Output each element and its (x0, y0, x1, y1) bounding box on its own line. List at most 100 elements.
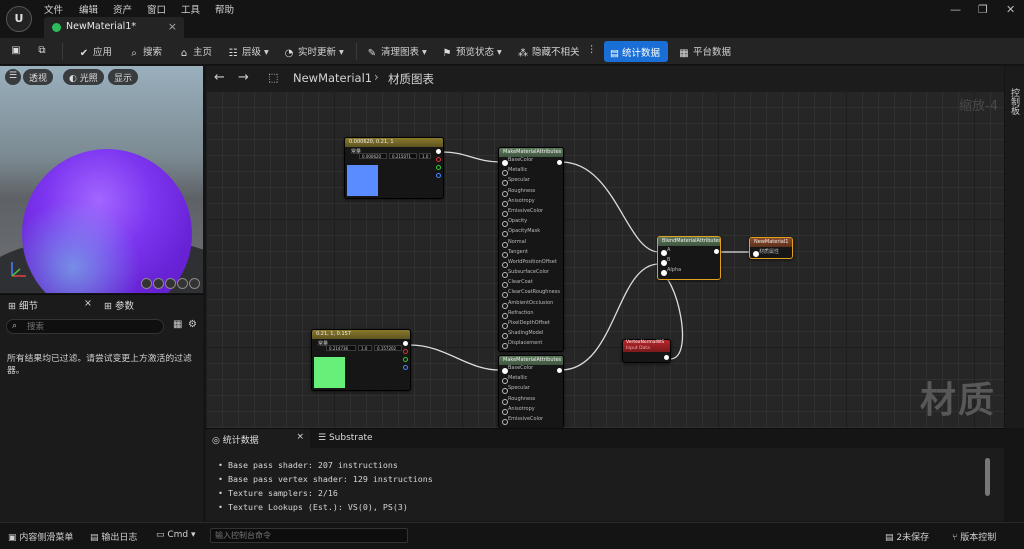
hide-unrelated-button[interactable]: ⁂ 隐藏不相关 (517, 44, 580, 59)
maximize-icon[interactable]: ❐ (978, 3, 988, 16)
input-pin-b[interactable]: B (658, 257, 720, 267)
console-command-input[interactable] (210, 528, 408, 543)
r-field[interactable]: 0.214736 (326, 345, 356, 351)
menu-tools[interactable]: 工具 (181, 2, 200, 16)
constant3vector-node-green[interactable]: 0.21, 1, 0.157 常量 0.214736 1.0 0.157202 (311, 329, 411, 391)
input-pin[interactable]: Refraction (499, 310, 563, 320)
make-material-attributes-node-top[interactable]: MakeMaterialAttributes BaseColor Metallic… (498, 147, 564, 352)
input-pin-a[interactable]: A (658, 247, 720, 257)
close-tab-icon[interactable]: × (168, 20, 177, 33)
b-field[interactable]: 0.157202 (374, 345, 402, 351)
input-pin[interactable]: Anisotropy (499, 406, 563, 416)
color-swatch[interactable] (347, 165, 378, 196)
input-pin[interactable]: PixelDepthOffset (499, 320, 563, 330)
menu-edit[interactable]: 编辑 (79, 2, 98, 16)
input-pin[interactable]: EmissiveColor (499, 416, 563, 426)
r-field[interactable]: 0.000620 (359, 153, 387, 159)
output-pin[interactable] (403, 341, 408, 346)
browse-icon[interactable]: ⧉ (36, 44, 51, 56)
input-pin[interactable]: OpacityMask (499, 228, 563, 238)
input-pin[interactable]: Tangent (499, 249, 563, 259)
output-pin[interactable] (436, 149, 441, 154)
g-field[interactable]: 1.0 (358, 345, 372, 351)
input-pin[interactable]: Displacement (499, 340, 563, 350)
input-pin[interactable]: SubsurfaceColor (499, 269, 563, 279)
input-pin[interactable]: WorldPositionOffset (499, 259, 563, 269)
stats-button[interactable]: ▤ 统计数据 (604, 41, 668, 62)
lit-button[interactable]: ◐ 光照 (63, 69, 104, 85)
input-pin[interactable]: EmissiveColor (499, 208, 563, 218)
preview-shape-cube-icon[interactable] (177, 278, 188, 289)
output-pin[interactable] (557, 160, 562, 165)
source-control-button[interactable]: ⑂ 版本控制 (952, 530, 996, 543)
input-pin[interactable]: AmbientOcclusion (499, 300, 563, 310)
preview-state-button[interactable]: ⚑ 预览状态 ▾ (441, 44, 502, 59)
document-tab[interactable]: NewMaterial1* × (44, 17, 184, 38)
preview-viewport[interactable]: ☰ 透视 ◐ 光照 显示 (0, 66, 203, 293)
palette-side-tab[interactable]: 控制板 (1005, 66, 1024, 428)
perspective-button[interactable]: 透视 (23, 69, 54, 85)
details-search[interactable]: ⌕ (6, 319, 164, 334)
forward-arrow-icon[interactable]: → (238, 70, 249, 85)
output-pin-g[interactable] (436, 165, 441, 170)
g-field[interactable]: 0.215071 (389, 153, 417, 159)
tab-details[interactable]: ⊞ 细节 (8, 298, 38, 316)
save-icon[interactable]: ▣ (10, 44, 25, 56)
tab-parameters[interactable]: ⊞ 参数 (104, 298, 134, 316)
hierarchy-button[interactable]: ☷ 层级 ▾ (227, 44, 269, 59)
input-pin-alpha[interactable]: Alpha (658, 267, 720, 277)
preview-shape-cylinder-icon[interactable] (141, 278, 152, 289)
preview-shape-mesh-icon[interactable] (189, 278, 200, 289)
input-pin[interactable]: Anisotropy (499, 198, 563, 208)
input-pin[interactable]: BaseColor (499, 365, 563, 375)
color-swatch[interactable] (314, 357, 345, 388)
input-pin[interactable]: Roughness (499, 396, 563, 406)
output-log-button[interactable]: ▤ 输出日志 (90, 530, 137, 543)
content-drawer-button[interactable]: ▣ 内容侧滑菜单 (8, 530, 73, 543)
back-arrow-icon[interactable]: ← (214, 70, 225, 85)
material-graph-canvas[interactable]: 缩放-4 材质 0.000620, 0.21, 1 常量 0.000620 0.… (206, 91, 1004, 428)
output-pin-r[interactable] (436, 157, 441, 162)
vertex-normal-ws-node[interactable]: VertexNormalWS Input Data (622, 339, 671, 363)
stats-scrollbar[interactable] (985, 458, 990, 496)
input-pin[interactable]: Opacity (499, 218, 563, 228)
preview-shape-sphere-icon[interactable] (153, 278, 164, 289)
details-search-input[interactable] (27, 321, 157, 333)
input-pin[interactable]: BaseColor (499, 157, 563, 167)
platform-stats-button[interactable]: ▦ 平台数据 (678, 44, 731, 59)
menu-help[interactable]: 帮助 (215, 2, 234, 16)
menu-window[interactable]: 窗口 (147, 2, 166, 16)
output-pin-b[interactable] (403, 365, 408, 370)
tab-stats[interactable]: ◎ 统计数据 × (206, 429, 310, 448)
more-options-icon[interactable]: ⋮ (587, 44, 597, 55)
minimize-icon[interactable]: — (950, 3, 961, 16)
input-pin[interactable]: Metallic (499, 167, 563, 177)
output-pin[interactable] (714, 249, 719, 254)
make-material-attributes-node-bottom[interactable]: MakeMaterialAttributes BaseColor Metallic… (498, 355, 564, 428)
tab-substrate[interactable]: ☰ Substrate (312, 429, 379, 448)
blend-material-attributes-node[interactable]: BlendMaterialAttributes A B Alpha (657, 236, 721, 280)
cmd-dropdown[interactable]: ▭ Cmd ▾ (156, 530, 196, 540)
settings-gear-icon[interactable]: ⚙ (188, 319, 197, 330)
grid-view-icon[interactable]: ▦ (173, 319, 182, 330)
constant3vector-node-blue[interactable]: 0.000620, 0.21, 1 常量 0.000620 0.215071 1… (344, 137, 444, 199)
close-details-icon[interactable]: × (84, 298, 92, 316)
input-pin[interactable]: ShadingModel (499, 330, 563, 340)
menu-asset[interactable]: 资产 (113, 2, 132, 16)
search-button[interactable]: ⌕ 搜索 (128, 44, 162, 59)
input-pin[interactable]: Specular (499, 177, 563, 187)
home-button[interactable]: ⌂ 主页 (178, 44, 212, 59)
output-pin-b[interactable] (436, 173, 441, 178)
breadcrumb-graph[interactable]: 材质图表 (388, 71, 434, 87)
output-pin[interactable] (664, 355, 669, 360)
unsaved-button[interactable]: ▤ 2未保存 (885, 530, 929, 543)
live-update-button[interactable]: ◔ 实时更新 ▾ (283, 44, 344, 59)
input-pin[interactable]: ClearCoat (499, 279, 563, 289)
material-attributes-pin[interactable]: 材质属性 (750, 248, 792, 258)
material-result-node[interactable]: NewMaterial1 材质属性 (749, 237, 793, 259)
preview-shape-plane-icon[interactable] (165, 278, 176, 289)
output-pin-r[interactable] (403, 349, 408, 354)
close-window-icon[interactable]: ✕ (1006, 3, 1015, 16)
input-pin[interactable]: Roughness (499, 188, 563, 198)
b-field[interactable]: 1.0 (419, 153, 431, 159)
